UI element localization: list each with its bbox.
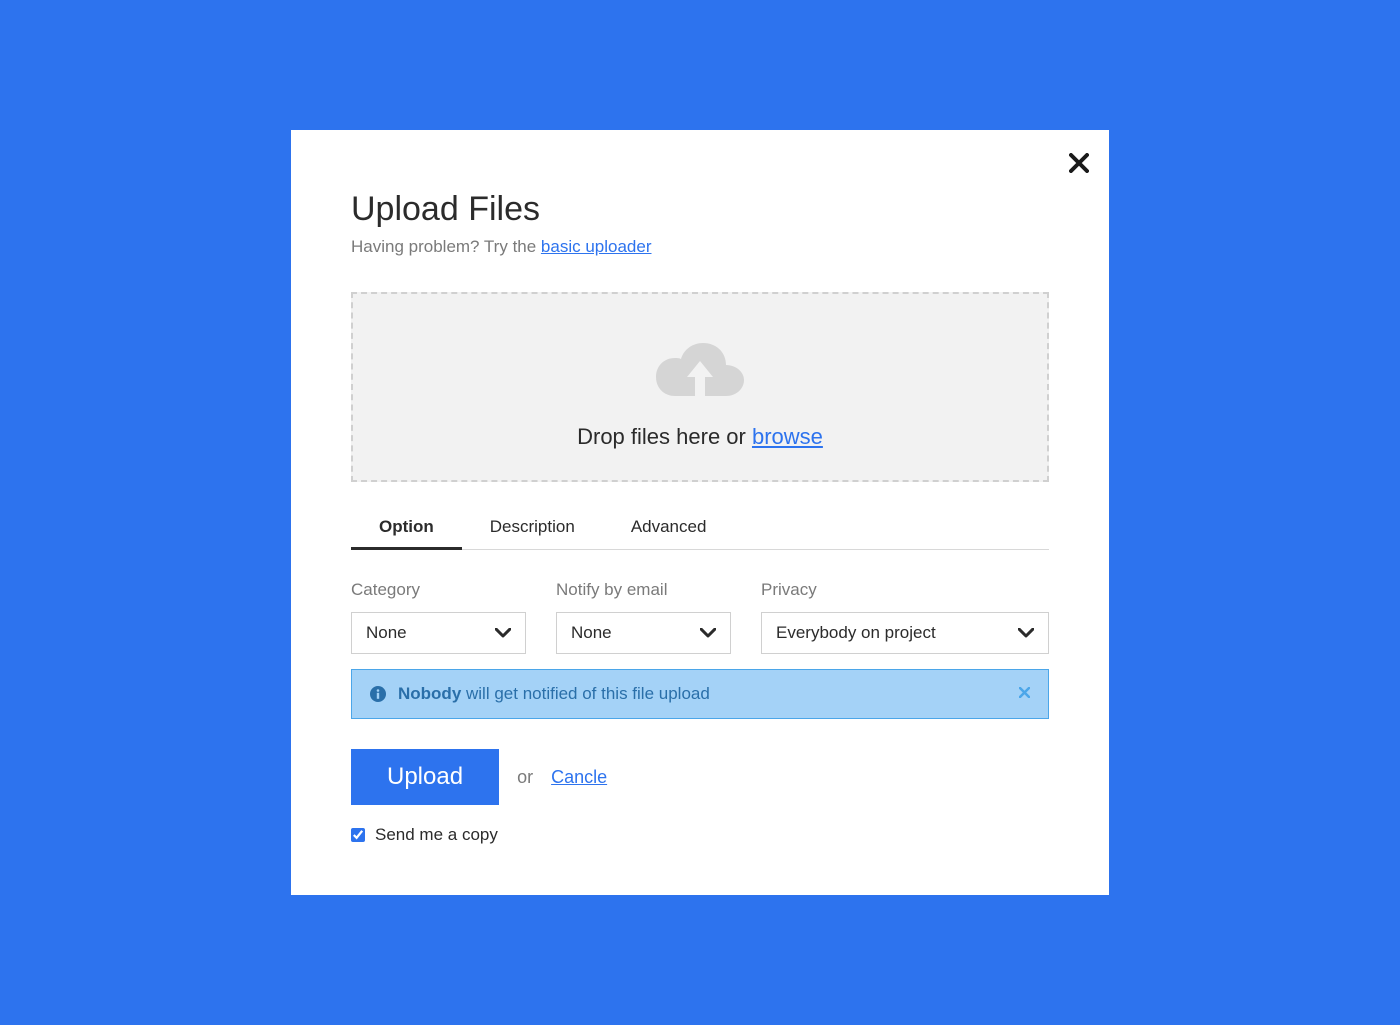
upload-files-modal: Upload Files Having problem? Try the bas… bbox=[291, 130, 1109, 895]
tab-description[interactable]: Description bbox=[462, 507, 603, 550]
privacy-value: Everybody on project bbox=[776, 623, 1018, 643]
info-icon bbox=[370, 686, 386, 702]
privacy-group: Privacy Everybody on project bbox=[761, 580, 1049, 654]
alert-rest: will get notified of this file upload bbox=[461, 684, 710, 703]
subtitle-prefix: Having problem? Try the bbox=[351, 237, 541, 256]
upload-button[interactable]: Upload bbox=[351, 749, 499, 805]
or-text: or bbox=[517, 767, 533, 788]
privacy-label: Privacy bbox=[761, 580, 1049, 600]
cancel-link[interactable]: Cancle bbox=[551, 767, 607, 788]
notification-alert: Nobody will get notified of this file up… bbox=[351, 669, 1049, 719]
close-icon bbox=[1069, 153, 1089, 173]
send-copy-label: Send me a copy bbox=[375, 825, 498, 845]
alert-close-button[interactable] bbox=[1019, 685, 1030, 703]
chevron-down-icon bbox=[700, 628, 716, 638]
send-copy-checkbox[interactable] bbox=[351, 828, 365, 842]
category-select[interactable]: None bbox=[351, 612, 526, 654]
cloud-upload-icon bbox=[654, 339, 746, 399]
notify-select[interactable]: None bbox=[556, 612, 731, 654]
tab-advanced[interactable]: Advanced bbox=[603, 507, 735, 550]
close-button[interactable] bbox=[1069, 150, 1089, 178]
basic-uploader-link[interactable]: basic uploader bbox=[541, 237, 652, 256]
alert-bold: Nobody bbox=[398, 684, 461, 703]
chevron-down-icon bbox=[495, 628, 511, 638]
chevron-down-icon bbox=[1018, 628, 1034, 638]
category-group: Category None bbox=[351, 580, 526, 654]
modal-subtitle: Having problem? Try the basic uploader bbox=[351, 237, 1049, 257]
alert-text: Nobody will get notified of this file up… bbox=[398, 684, 1019, 704]
file-dropzone[interactable]: Drop files here or browse bbox=[351, 292, 1049, 482]
form-row: Category None Notify by email None Priva… bbox=[351, 580, 1049, 654]
dropzone-text: Drop files here or browse bbox=[373, 424, 1027, 450]
dropzone-prefix: Drop files here or bbox=[577, 424, 752, 449]
checkbox-row: Send me a copy bbox=[351, 825, 1049, 845]
category-value: None bbox=[366, 623, 495, 643]
notify-group: Notify by email None bbox=[556, 580, 731, 654]
tab-option[interactable]: Option bbox=[351, 507, 462, 550]
close-icon bbox=[1019, 687, 1030, 698]
category-label: Category bbox=[351, 580, 526, 600]
browse-link[interactable]: browse bbox=[752, 424, 823, 449]
tabs: Option Description Advanced bbox=[351, 507, 1049, 550]
notify-value: None bbox=[571, 623, 700, 643]
notify-label: Notify by email bbox=[556, 580, 731, 600]
modal-title: Upload Files bbox=[351, 190, 1049, 229]
action-row: Upload or Cancle bbox=[351, 749, 1049, 805]
privacy-select[interactable]: Everybody on project bbox=[761, 612, 1049, 654]
